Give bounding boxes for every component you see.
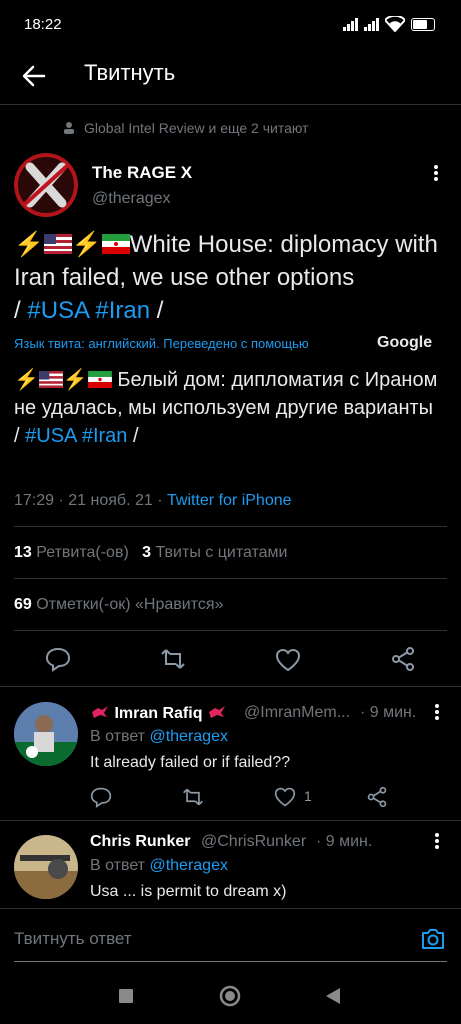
retweets-count: 13 — [14, 544, 32, 561]
battery-icon — [411, 17, 435, 31]
tweet-time: 17:29 — [14, 492, 55, 509]
lightning-emoji: ⚡ — [14, 369, 39, 391]
retweet-icon[interactable] — [160, 646, 186, 672]
in-reply-handle[interactable]: @theragex — [149, 857, 228, 874]
reply-input[interactable]: Твитнуть ответ — [14, 929, 132, 949]
reply-avatar[interactable] — [14, 702, 78, 766]
author-handle[interactable]: @theragex — [92, 190, 171, 208]
likes-label: Отметки(-ок) «Нравится» — [36, 596, 224, 613]
status-time: 18:22 — [24, 16, 62, 33]
iran-flag-icon — [101, 234, 130, 254]
hashtag-iran[interactable]: #Iran — [82, 425, 128, 447]
reply-author-handle[interactable]: @ImranMem... — [244, 704, 350, 722]
recents-icon[interactable] — [119, 989, 133, 1003]
system-nav-bar — [0, 968, 461, 1024]
divider — [14, 630, 447, 631]
back-arrow-icon[interactable] — [20, 62, 48, 90]
reply-author-name[interactable]: Imran Rafiq — [90, 704, 227, 723]
separator: · — [157, 492, 163, 509]
more-options-icon[interactable] — [434, 165, 438, 181]
divider — [0, 686, 461, 687]
reply-text: It already failed or if failed?? — [90, 754, 291, 771]
bird-emoji-icon — [92, 706, 108, 718]
status-icons — [343, 16, 435, 32]
status-bar: 18:22 — [0, 0, 461, 50]
translated-text: ⚡ ⚡ Белый дом: дипломатия с Ираном не уда… — [14, 366, 444, 450]
input-underline — [14, 961, 447, 962]
divider — [14, 526, 447, 527]
slash: / — [14, 297, 21, 324]
page-title: Твитнуть — [84, 60, 176, 85]
more-options-icon[interactable] — [435, 704, 439, 720]
quotes-count: 3 — [142, 544, 152, 561]
iran-flag-icon — [87, 371, 112, 388]
slash: / — [133, 425, 139, 447]
share-icon[interactable] — [390, 646, 416, 672]
divider — [0, 820, 461, 821]
in-reply-to: В ответ @theragex — [90, 728, 228, 746]
reply-text: Usa ... is permit to dream x) — [90, 883, 287, 900]
person-icon — [64, 122, 74, 134]
hashtag-usa[interactable]: #USA — [25, 425, 76, 447]
profile-photo — [14, 702, 78, 766]
separator: · — [58, 492, 64, 509]
social-context-text: Global Intel Review и еще 2 читают — [84, 120, 309, 136]
translation-label[interactable]: Язык твита: английский. Переведено с пом… — [14, 336, 309, 351]
app-header: Твитнуть — [0, 50, 461, 105]
signal-icon-2 — [364, 17, 379, 31]
tweet-date[interactable]: 21 нояб. 21 — [68, 492, 153, 509]
usa-flag-icon — [43, 234, 72, 254]
slash: / — [156, 297, 164, 324]
signal-icon — [343, 17, 358, 31]
tweet-text: ⚡ ⚡ White House: diplomacy with Iran faile… — [14, 228, 449, 327]
tweet-meta: 17:29 · 21 нояб. 21 · Twitter for iPhone — [14, 492, 292, 510]
in-reply-label: В ответ — [90, 728, 146, 745]
reply-author-name[interactable]: Chris Runker — [90, 833, 190, 851]
retweet-icon[interactable] — [182, 786, 204, 808]
likes-count: 69 — [14, 596, 32, 613]
reply-author-handle[interactable]: @ChrisRunker — [201, 833, 306, 851]
tweet-source[interactable]: Twitter for iPhone — [167, 492, 292, 509]
reply-icon[interactable] — [45, 646, 71, 672]
divider — [14, 578, 447, 579]
wifi-icon — [385, 16, 405, 32]
in-reply-handle[interactable]: @theragex — [149, 728, 228, 745]
lightning-emoji: ⚡ — [62, 369, 88, 391]
like-count: 1 — [304, 788, 312, 804]
quotes-label: Твиты с цитатами — [155, 544, 288, 561]
rage-logo — [14, 153, 78, 217]
in-reply-label: В ответ — [90, 857, 146, 874]
more-options-icon[interactable] — [435, 833, 439, 849]
usa-flag-icon — [39, 371, 63, 388]
profile-photo — [14, 835, 78, 899]
reply-avatar[interactable] — [14, 835, 78, 899]
retweets-label: Ретвита(-ов) — [36, 544, 129, 561]
reply-icon[interactable] — [90, 786, 112, 808]
home-icon[interactable] — [219, 985, 241, 1007]
back-triangle-icon[interactable] — [326, 988, 340, 1004]
retweet-stats[interactable]: 13 Ретвита(-ов) 3 Твиты с цитатами — [14, 544, 288, 562]
author-name[interactable]: The RAGE X — [92, 163, 192, 183]
camera-icon[interactable] — [420, 927, 446, 951]
reply-time: · 9 мин. — [360, 704, 417, 721]
slash: / — [14, 425, 20, 447]
lightning-emoji: ⚡ — [71, 231, 102, 258]
like-icon[interactable] — [274, 786, 296, 808]
reply-time: · 9 мин. — [316, 833, 373, 850]
lightning-emoji: ⚡ — [14, 231, 44, 258]
bird-emoji-icon — [208, 706, 225, 718]
reply-author-text: Imran Rafiq — [114, 705, 203, 722]
hashtag-usa[interactable]: #USA — [27, 297, 88, 324]
in-reply-to: В ответ @theragex — [90, 857, 228, 875]
share-icon[interactable] — [366, 786, 388, 808]
author-avatar[interactable] — [14, 153, 78, 217]
like-icon[interactable] — [275, 647, 301, 673]
hashtag-iran[interactable]: #Iran — [95, 297, 150, 324]
social-context[interactable]: Global Intel Review и еще 2 читают — [64, 120, 308, 136]
reply-composer: Твитнуть ответ — [0, 908, 461, 969]
likes-stats[interactable]: 69 Отметки(-ок) «Нравится» — [14, 596, 223, 614]
google-logo: Google — [377, 334, 433, 351]
